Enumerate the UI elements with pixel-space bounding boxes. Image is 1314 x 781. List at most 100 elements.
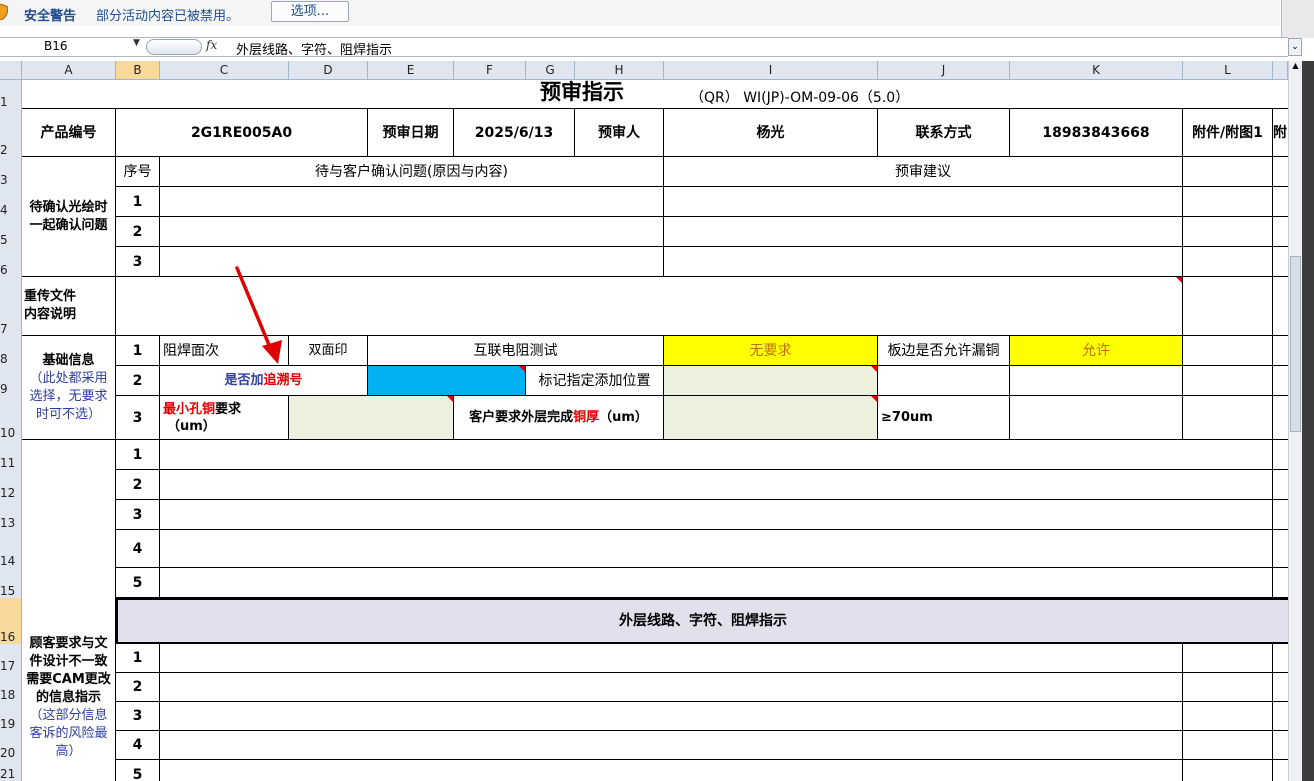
table-cell[interactable] bbox=[1273, 366, 1288, 396]
table-cell[interactable] bbox=[664, 217, 1183, 247]
table-cell[interactable] bbox=[1273, 500, 1288, 530]
table-cell[interactable] bbox=[1183, 396, 1273, 440]
row-header[interactable]: 7 bbox=[0, 277, 22, 336]
table-cell[interactable] bbox=[1273, 702, 1288, 731]
row-header[interactable]: 6 bbox=[0, 247, 22, 277]
outer-layer-header[interactable]: 外层线路、字符、阻焊指示 bbox=[116, 598, 1288, 644]
close-icon[interactable]: ▔ bbox=[1289, 0, 1300, 12]
options-button[interactable]: 选项... bbox=[271, 1, 349, 22]
table-cell[interactable] bbox=[1273, 673, 1288, 702]
mark-position-value[interactable] bbox=[664, 366, 878, 396]
review-date-label[interactable]: 预审日期 bbox=[368, 109, 454, 157]
product-no-label[interactable]: 产品编号 bbox=[22, 109, 116, 157]
seq-number[interactable]: 3 bbox=[116, 247, 160, 277]
row-header[interactable]: 21 bbox=[0, 760, 22, 781]
trace-number-select[interactable] bbox=[368, 366, 526, 396]
formula-input[interactable]: 外层线路、字符、阻焊指示 bbox=[236, 39, 392, 58]
table-cell[interactable] bbox=[160, 530, 1273, 568]
outer-copper-label[interactable]: 客户要求外层完成 铜厚 （um） bbox=[454, 396, 664, 440]
row-header[interactable]: 4 bbox=[0, 187, 22, 217]
table-cell[interactable] bbox=[160, 217, 664, 247]
insert-function-icon[interactable]: fx bbox=[206, 38, 217, 52]
seq-number[interactable]: 1 bbox=[116, 336, 160, 366]
row-header[interactable]: 2 bbox=[0, 109, 22, 157]
column-header-e[interactable]: E bbox=[368, 61, 454, 80]
seq-number[interactable]: 3 bbox=[116, 702, 160, 731]
table-cell[interactable] bbox=[1183, 247, 1273, 277]
table-cell[interactable] bbox=[1183, 336, 1273, 366]
min-hole-copper-value[interactable] bbox=[289, 396, 454, 440]
column-header-c[interactable]: C bbox=[160, 61, 289, 80]
table-cell[interactable] bbox=[1183, 731, 1273, 760]
table-cell[interactable] bbox=[1010, 396, 1183, 440]
table-cell[interactable] bbox=[1183, 673, 1273, 702]
column-header-d[interactable]: D bbox=[289, 61, 368, 80]
reviewer-value[interactable]: 杨光 bbox=[664, 109, 878, 157]
row-header[interactable]: 12 bbox=[0, 470, 22, 500]
row-header[interactable]: 16 bbox=[0, 598, 22, 644]
table-cell[interactable] bbox=[160, 440, 1273, 470]
seq-header[interactable]: 序号 bbox=[116, 157, 160, 187]
select-all-corner[interactable] bbox=[0, 61, 22, 80]
outer-copper-select[interactable] bbox=[664, 396, 878, 440]
formula-bar-splitter[interactable] bbox=[146, 39, 202, 55]
table-cell[interactable] bbox=[1273, 470, 1288, 500]
contact-value[interactable]: 18983843668 bbox=[1010, 109, 1183, 157]
seq-number[interactable]: 2 bbox=[116, 366, 160, 396]
mask-side-value[interactable]: 双面印 bbox=[289, 336, 368, 366]
contact-label[interactable]: 联系方式 bbox=[878, 109, 1010, 157]
seq-number[interactable]: 5 bbox=[116, 760, 160, 781]
trace-number-label[interactable]: 是否加 追溯号 bbox=[160, 366, 368, 396]
table-cell[interactable] bbox=[1273, 396, 1288, 440]
row-header[interactable]: 14 bbox=[0, 530, 22, 568]
seq-number[interactable]: 3 bbox=[116, 396, 160, 440]
table-cell[interactable] bbox=[878, 366, 1010, 396]
row-header[interactable]: 5 bbox=[0, 217, 22, 247]
expand-formula-bar-icon[interactable]: ⌄ bbox=[1288, 38, 1302, 56]
table-cell[interactable] bbox=[1273, 277, 1288, 336]
table-cell[interactable] bbox=[1273, 440, 1288, 470]
row-header[interactable]: 15 bbox=[0, 568, 22, 598]
table-cell[interactable] bbox=[1273, 644, 1288, 673]
table-cell[interactable] bbox=[1183, 187, 1273, 217]
seq-number[interactable]: 3 bbox=[116, 500, 160, 530]
pending-issues-header[interactable]: 待与客户确认问题(原因与内容) bbox=[160, 157, 664, 187]
reupload-label[interactable]: 重传文件 内容说明 bbox=[22, 277, 116, 336]
table-cell[interactable] bbox=[1273, 217, 1288, 247]
cam-section-label[interactable]: 顾客要求与文件设计不一致需要CAM更改的信息指示 （这部分信息客诉的风险最高） bbox=[22, 440, 116, 781]
row-header[interactable]: 8 bbox=[0, 336, 22, 366]
row-header[interactable]: 9 bbox=[0, 366, 22, 396]
row-header[interactable]: 17 bbox=[0, 644, 22, 673]
seq-number[interactable]: 1 bbox=[116, 440, 160, 470]
table-cell[interactable] bbox=[1183, 760, 1273, 781]
row-header[interactable]: 20 bbox=[0, 731, 22, 760]
table-cell[interactable] bbox=[1273, 187, 1288, 217]
row-header[interactable]: 13 bbox=[0, 500, 22, 530]
table-cell[interactable] bbox=[1183, 277, 1273, 336]
row-header[interactable]: 1 bbox=[0, 80, 22, 109]
row-header[interactable]: 10 bbox=[0, 396, 22, 440]
column-header-b[interactable]: B bbox=[116, 61, 160, 80]
chevron-down-icon[interactable]: ▼ bbox=[133, 38, 140, 48]
confirm-section-label[interactable]: 待确认光绘时一起确认问题 bbox=[22, 157, 116, 277]
seq-number[interactable]: 2 bbox=[116, 470, 160, 500]
seq-number[interactable]: 1 bbox=[116, 644, 160, 673]
table-cell[interactable] bbox=[160, 760, 1183, 781]
row-header[interactable]: 3 bbox=[0, 157, 22, 187]
table-cell[interactable] bbox=[160, 702, 1183, 731]
table-cell[interactable] bbox=[1273, 731, 1288, 760]
title-row[interactable]: 预审指示 （QR） WI(JP)-OM-09-06（5.0） bbox=[22, 80, 1288, 109]
table-cell[interactable] bbox=[664, 187, 1183, 217]
seq-number[interactable]: 5 bbox=[116, 568, 160, 598]
table-cell[interactable] bbox=[1183, 217, 1273, 247]
table-cell[interactable] bbox=[160, 673, 1183, 702]
column-header-i[interactable]: I bbox=[664, 61, 878, 80]
table-cell[interactable] bbox=[160, 187, 664, 217]
seq-number[interactable]: 2 bbox=[116, 217, 160, 247]
min-hole-copper-label[interactable]: 最小孔铜要求 （um） bbox=[160, 396, 289, 440]
scrollbar-thumb[interactable] bbox=[1290, 256, 1301, 432]
review-date-value[interactable]: 2025/6/13 bbox=[454, 109, 575, 157]
vertical-scrollbar[interactable]: ▲ bbox=[1288, 61, 1302, 781]
table-cell[interactable] bbox=[664, 247, 1183, 277]
column-header-f[interactable]: F bbox=[454, 61, 526, 80]
